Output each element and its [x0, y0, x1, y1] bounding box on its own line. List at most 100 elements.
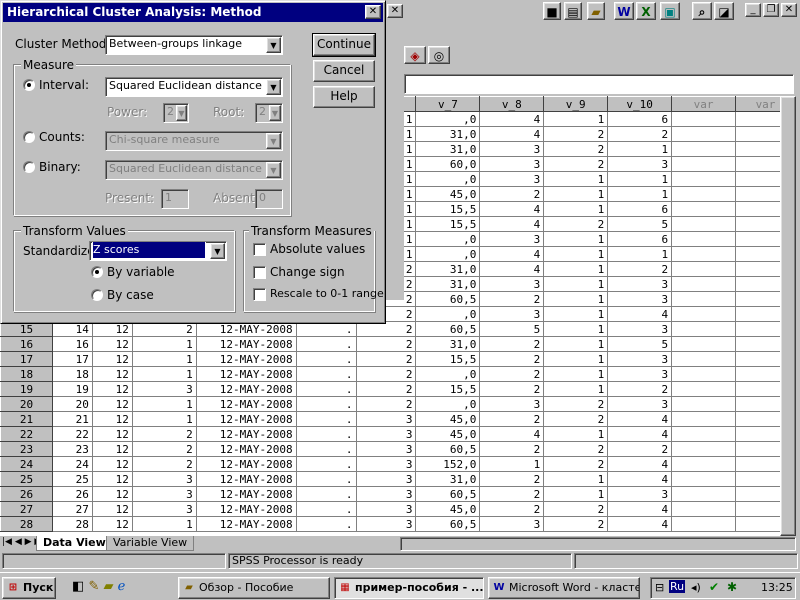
table-cell[interactable]: ,0: [416, 307, 480, 322]
table-cell[interactable]: 2: [356, 337, 416, 352]
table-cell[interactable]: 45,0: [416, 502, 480, 517]
root-select[interactable]: 2▼: [255, 103, 283, 123]
table-cell[interactable]: .: [296, 502, 356, 517]
table-cell[interactable]: 22: [52, 427, 92, 442]
table-cell[interactable]: .: [296, 337, 356, 352]
table-cell[interactable]: [672, 277, 736, 292]
table-cell[interactable]: 3: [480, 157, 544, 172]
table-cell[interactable]: 15,5: [416, 202, 480, 217]
counts-select[interactable]: Chi-square measure▼: [105, 131, 283, 151]
table-cell[interactable]: [672, 322, 736, 337]
column-header[interactable]: v_9: [544, 97, 608, 112]
start-button[interactable]: ⊞Пуск: [2, 577, 56, 599]
table-cell[interactable]: 31,0: [416, 127, 480, 142]
table-cell[interactable]: 5: [608, 337, 672, 352]
table-cell[interactable]: 15,5: [416, 217, 480, 232]
table-cell[interactable]: 12-MAY-2008: [196, 502, 296, 517]
table-cell[interactable]: 1: [544, 172, 608, 187]
table-cell[interactable]: 28: [52, 517, 92, 532]
binary-select[interactable]: Squared Euclidean distance▼: [105, 160, 283, 180]
rescale-checkbox[interactable]: [253, 288, 266, 301]
table-cell[interactable]: 3: [608, 157, 672, 172]
restore-button[interactable]: ❐: [763, 3, 779, 17]
cancel-button[interactable]: Cancel: [313, 60, 375, 82]
column-header[interactable]: v_8: [480, 97, 544, 112]
row-number[interactable]: 24: [1, 457, 53, 472]
interval-select[interactable]: Squared Euclidean distance▼: [105, 77, 283, 97]
table-cell[interactable]: .: [296, 352, 356, 367]
table-cell[interactable]: 12-MAY-2008: [196, 337, 296, 352]
table-cell[interactable]: ,0: [416, 397, 480, 412]
table-cell[interactable]: ,0: [416, 172, 480, 187]
table-cell[interactable]: 27: [52, 502, 92, 517]
table-cell[interactable]: [672, 202, 736, 217]
table-cell[interactable]: 16: [52, 337, 92, 352]
table-cell[interactable]: 152,0: [416, 457, 480, 472]
row-number[interactable]: 18: [1, 367, 53, 382]
table-cell[interactable]: 1: [544, 187, 608, 202]
table-cell[interactable]: 45,0: [416, 412, 480, 427]
table-cell[interactable]: 1: [544, 277, 608, 292]
table-cell[interactable]: 2: [608, 382, 672, 397]
standardize-select[interactable]: Z scores▼: [89, 241, 227, 261]
table-cell[interactable]: 4: [608, 457, 672, 472]
table-cell[interactable]: 2: [544, 517, 608, 532]
table-cell[interactable]: 12-MAY-2008: [196, 367, 296, 382]
chevron-down-icon[interactable]: ▼: [210, 243, 225, 259]
by-variable-radio[interactable]: [91, 266, 103, 278]
table-cell[interactable]: [672, 337, 736, 352]
table-cell[interactable]: 3: [132, 472, 196, 487]
table-cell[interactable]: 12: [92, 382, 132, 397]
table-cell[interactable]: 24: [52, 457, 92, 472]
table-cell[interactable]: 2: [480, 187, 544, 202]
table-cell[interactable]: 45,0: [416, 187, 480, 202]
table-cell[interactable]: 3: [608, 277, 672, 292]
notepad-icon[interactable]: ▤: [564, 2, 582, 20]
table-cell[interactable]: 2: [356, 382, 416, 397]
table-cell[interactable]: ,0: [416, 112, 480, 127]
table-cell[interactable]: 2: [480, 367, 544, 382]
table-cell[interactable]: 4: [480, 127, 544, 142]
counts-radio[interactable]: [23, 131, 35, 143]
table-cell[interactable]: [672, 307, 736, 322]
color-squares-icon[interactable]: ■: [543, 2, 561, 20]
table-cell[interactable]: 3: [480, 397, 544, 412]
cell-editor[interactable]: [404, 74, 794, 94]
table-cell[interactable]: 3: [608, 367, 672, 382]
table-cell[interactable]: 20: [52, 397, 92, 412]
table-cell[interactable]: ,0: [416, 232, 480, 247]
table-cell[interactable]: 4: [608, 472, 672, 487]
explorer-icon[interactable]: ▰: [103, 579, 113, 594]
close-window-button[interactable]: ✕: [781, 3, 797, 17]
bug-icon[interactable]: ✱: [727, 580, 737, 594]
row-number[interactable]: 28: [1, 517, 53, 532]
powerpoint-icon[interactable]: ▣: [660, 2, 680, 20]
table-cell[interactable]: 4: [480, 247, 544, 262]
table-cell[interactable]: 12-MAY-2008: [196, 442, 296, 457]
column-header[interactable]: var: [672, 97, 736, 112]
table-cell[interactable]: 3: [608, 397, 672, 412]
table-cell[interactable]: .: [296, 367, 356, 382]
table-cell[interactable]: 3: [608, 322, 672, 337]
table-cell[interactable]: 4: [608, 517, 672, 532]
table-cell[interactable]: 12: [92, 502, 132, 517]
table-cell[interactable]: 23: [52, 442, 92, 457]
table-cell[interactable]: 3: [480, 307, 544, 322]
table-cell[interactable]: [672, 472, 736, 487]
table-cell[interactable]: 3: [608, 292, 672, 307]
table-cell[interactable]: 25: [52, 472, 92, 487]
table-cell[interactable]: [672, 487, 736, 502]
table-cell[interactable]: [672, 187, 736, 202]
table-cell[interactable]: 12: [92, 517, 132, 532]
table-cell[interactable]: 18: [52, 367, 92, 382]
row-number[interactable]: 23: [1, 442, 53, 457]
value-labels-icon[interactable]: ◈: [404, 46, 426, 64]
column-header[interactable]: v_7: [416, 97, 480, 112]
table-cell[interactable]: 1: [544, 262, 608, 277]
table-cell[interactable]: 3: [356, 487, 416, 502]
table-cell[interactable]: 2: [132, 442, 196, 457]
table-cell[interactable]: .: [296, 427, 356, 442]
table-cell[interactable]: [672, 127, 736, 142]
table-cell[interactable]: 12-MAY-2008: [196, 382, 296, 397]
antivirus-icon[interactable]: ✔: [709, 580, 719, 594]
